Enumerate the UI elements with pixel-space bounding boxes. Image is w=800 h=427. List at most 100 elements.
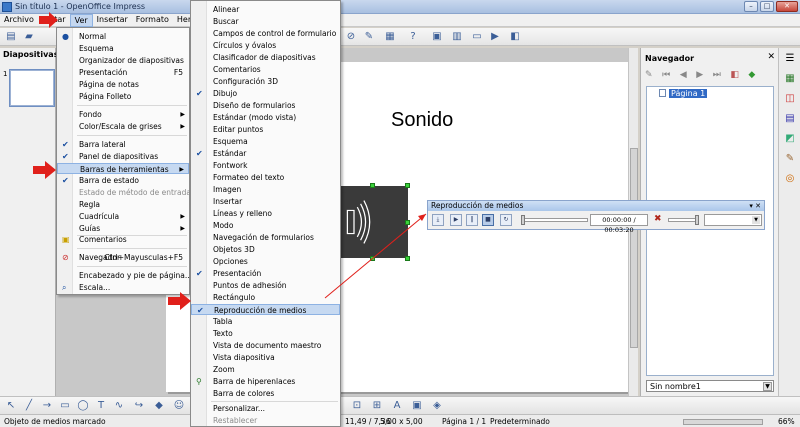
transition-icon[interactable]: ◫: [783, 92, 797, 106]
close-icon[interactable]: ✕: [767, 52, 775, 62]
text-icon[interactable]: T: [94, 399, 108, 412]
line-icon[interactable]: ╱: [22, 399, 36, 412]
curve-icon[interactable]: ∿: [112, 399, 126, 412]
selection-handle[interactable]: [370, 183, 375, 188]
points-icon[interactable]: ⊡: [350, 399, 364, 412]
chevron-down-icon[interactable]: ▼: [763, 382, 772, 391]
volume-slider[interactable]: [668, 215, 699, 225]
toolbar-menu-item[interactable]: Diseño de formularios: [191, 100, 340, 111]
document-select[interactable]: Sin nombre1 ▼: [646, 380, 774, 392]
toolbar-menu-item[interactable]: ✔ Reproducción de medios: [191, 304, 340, 315]
toolbar-menu-item[interactable]: Fontwork: [191, 160, 340, 171]
repeat-icon[interactable]: ↻: [500, 214, 512, 226]
stop-icon[interactable]: ■: [482, 214, 494, 226]
menu-item-normal[interactable]: ● Normal: [57, 31, 189, 42]
toolbar-menu-item[interactable]: Esquema: [191, 136, 340, 147]
position-slider[interactable]: [521, 215, 588, 225]
menu-archivo[interactable]: Archivo: [0, 14, 38, 27]
menu-item-cuadricula[interactable]: Cuadrícula ▶: [57, 211, 189, 222]
zoom-slider[interactable]: [683, 419, 763, 425]
status-zoom[interactable]: 66%: [778, 417, 795, 426]
help-icon[interactable]: ?: [406, 30, 420, 43]
toolbar-menu-item[interactable]: Zoom: [191, 364, 340, 375]
toolbar-menu-item[interactable]: Alinear: [191, 4, 340, 15]
menu-item-organizador[interactable]: Organizador de diapositivas: [57, 55, 189, 66]
toolbar-menu-item[interactable]: ✔ Presentación: [191, 268, 340, 279]
menu-icon[interactable]: ☰: [783, 52, 797, 66]
toolbar-menu-item[interactable]: Puntos de adhesión: [191, 280, 340, 291]
toolbar-menu-item[interactable]: Comentarios: [191, 64, 340, 75]
new-slide-icon[interactable]: ▭: [470, 30, 484, 43]
slide-title[interactable]: Sonido: [391, 109, 453, 132]
properties-icon[interactable]: ▦: [783, 72, 797, 86]
selection-handle[interactable]: [370, 256, 375, 261]
prev-icon[interactable]: ◀: [680, 70, 687, 80]
toolbar-menu-item[interactable]: Navegación de formularios: [191, 232, 340, 243]
layouts-icon[interactable]: ▤: [783, 112, 797, 126]
toolbar-menu-item[interactable]: Líneas y relleno: [191, 208, 340, 219]
menu-item-barra-lateral[interactable]: ✔ Barra lateral: [57, 139, 189, 150]
insert-media-icon[interactable]: ⤓: [432, 214, 444, 226]
drag-mode-icon[interactable]: ◧: [730, 70, 739, 80]
open-folder-icon[interactable]: ▰: [22, 30, 36, 43]
styles-icon[interactable]: ✎: [783, 152, 797, 166]
shapes-icon[interactable]: ◆: [748, 70, 755, 80]
menu-formato[interactable]: Formato: [132, 14, 173, 27]
menu-item-guias[interactable]: Guías ▶: [57, 223, 189, 234]
ellipse-icon[interactable]: ◯: [76, 399, 90, 412]
navigator-tree[interactable]: Página 1: [646, 86, 774, 376]
toolbar-menu-item[interactable]: Imagen: [191, 184, 340, 195]
toolbar-menu-item[interactable]: Vista de documento maestro: [191, 340, 340, 351]
selection-handle[interactable]: [405, 220, 410, 225]
chevron-down-icon[interactable]: ▼: [752, 216, 760, 224]
toolbar-menu-item[interactable]: Estándar (modo vista): [191, 112, 340, 123]
toolbar-menu-item[interactable]: Rectángulo: [191, 292, 340, 303]
mute-icon[interactable]: ✖: [654, 214, 662, 224]
toolbar-menu-item[interactable]: Texto: [191, 328, 340, 339]
glue-points-icon[interactable]: ⊞: [370, 399, 384, 412]
play-icon[interactable]: ▶: [450, 214, 462, 226]
close-icon[interactable]: ▾ ✕: [749, 201, 761, 211]
layout-icon[interactable]: ▥: [450, 30, 464, 43]
menu-item-comentarios[interactable]: ▣ Comentarios: [57, 234, 189, 245]
minimize-icon[interactable]: –: [744, 1, 758, 12]
from-file-icon[interactable]: ▣: [410, 399, 424, 412]
toolbar-menu-item[interactable]: ✔ Estándar: [191, 148, 340, 159]
symbol-shapes-icon[interactable]: ☺: [172, 399, 186, 412]
toolbar-menu-item[interactable]: Campos de control de formulario: [191, 28, 340, 39]
toolbar-menu-item[interactable]: Barra de colores: [191, 388, 340, 399]
menu-item-panel-diapositivas[interactable]: ✔ Panel de diapositivas: [57, 151, 189, 162]
next-icon[interactable]: ▶: [696, 70, 703, 80]
menu-editar[interactable]: Editar: [38, 14, 70, 27]
arrow-line-icon[interactable]: →: [40, 399, 54, 412]
menu-insertar[interactable]: Insertar: [93, 14, 132, 27]
draw-icon[interactable]: ✎: [362, 30, 376, 43]
animation-icon[interactable]: ◩: [783, 132, 797, 146]
menu-item-regla[interactable]: Regla: [57, 199, 189, 210]
play-icon[interactable]: ▶: [488, 30, 502, 43]
toolbar-menu-item[interactable]: Configuración 3D: [191, 76, 340, 87]
navigator-page-item[interactable]: Página 1: [659, 89, 708, 98]
close-icon[interactable]: ✕: [776, 1, 798, 12]
menu-ver[interactable]: Ver: [69, 14, 93, 27]
extrusion-icon[interactable]: ◈: [430, 399, 444, 412]
media-toolbar-title[interactable]: Reproducción de medios: [428, 201, 764, 211]
toolbar-menu-item[interactable]: Objetos 3D: [191, 244, 340, 255]
menu-item-navegador[interactable]: ⊘ Navegador Ctrl+Mayusculas+F5: [57, 252, 189, 263]
first-icon[interactable]: ⏮: [662, 70, 670, 80]
last-icon[interactable]: ⏭: [713, 70, 721, 80]
presentation-icon[interactable]: ◧: [508, 30, 522, 43]
new-document-icon[interactable]: ▤: [4, 30, 18, 43]
toolbar-menu-item[interactable]: Buscar: [191, 16, 340, 27]
selection-handle[interactable]: [405, 256, 410, 261]
menu-item-encabezado[interactable]: Encabezado y pie de página...: [57, 270, 192, 281]
selection-handle[interactable]: [405, 183, 410, 188]
fontwork-icon[interactable]: A: [390, 399, 404, 412]
media-playback-toolbar[interactable]: Reproducción de medios ▾ ✕ ⤓ ▶ ‖ ■ ↻ 00:…: [427, 200, 765, 234]
navigator-icon[interactable]: ◎: [783, 172, 797, 186]
toolbar-menu-item[interactable]: ⚲ Barra de hiperenlaces: [191, 376, 340, 387]
connector-icon[interactable]: ↪: [132, 399, 146, 412]
select-icon[interactable]: ↖: [4, 399, 18, 412]
toolbar-menu-item[interactable]: Formateo del texto: [191, 172, 340, 183]
toolbar-menu-item[interactable]: Modo: [191, 220, 340, 231]
